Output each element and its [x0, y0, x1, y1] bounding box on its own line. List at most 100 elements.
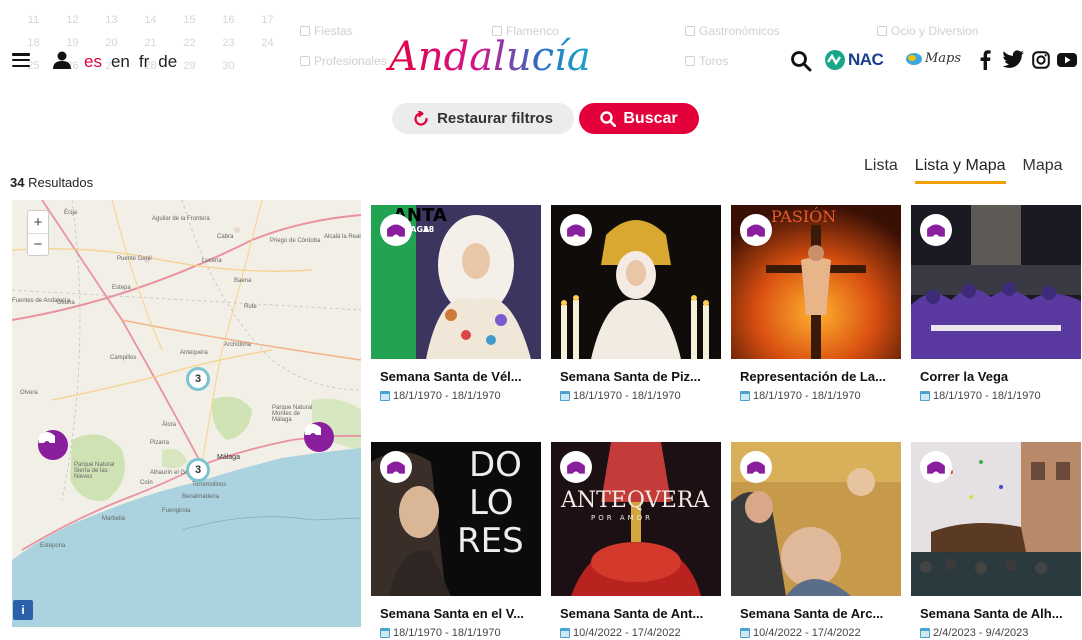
- ghost-calendar-day: 22: [183, 37, 196, 49]
- event-image[interactable]: ANTEQVERA POR AMOR: [551, 442, 721, 596]
- ghost-calendar-day: 24: [261, 37, 274, 49]
- event-title[interactable]: Semana Santa en el V...: [380, 606, 541, 621]
- search-icon[interactable]: [790, 50, 812, 72]
- image-caption: RES: [457, 521, 524, 561]
- category-badge: [740, 451, 772, 483]
- facebook-icon[interactable]: [975, 50, 995, 70]
- map-label: Campillos: [110, 355, 137, 361]
- youtube-icon[interactable]: [1057, 50, 1077, 70]
- reset-filters-button[interactable]: Restaurar filtros: [392, 103, 574, 134]
- event-image[interactable]: [911, 205, 1081, 359]
- results-map[interactable]: Écija Aguilar de la Frontera Cabra Prieg…: [12, 200, 361, 627]
- category-badge: [560, 451, 592, 483]
- maps-mark-icon: [906, 52, 922, 65]
- calendar-icon: [380, 628, 390, 638]
- map-label: Estepona: [40, 543, 66, 549]
- tab-mapa[interactable]: Mapa: [1023, 157, 1063, 184]
- ghost-calendar-day: 23: [222, 37, 235, 49]
- map-label-malaga: Málaga: [217, 454, 240, 461]
- event-title[interactable]: Correr la Vega: [920, 369, 1081, 384]
- map-label: Parque Natural Montes de Málaga: [272, 405, 313, 423]
- twitter-icon[interactable]: [1001, 50, 1025, 70]
- lang-de[interactable]: de: [158, 52, 177, 72]
- ghost-filter-gastronomicos: Gastronómicos: [685, 24, 780, 38]
- event-title[interactable]: Semana Santa de Piz...: [560, 369, 721, 384]
- calendar-icon: [380, 391, 390, 401]
- user-icon[interactable]: [52, 50, 72, 70]
- event-image[interactable]: ANTA MÁLAGA 18: [371, 205, 541, 359]
- image-caption: POR AMOR: [591, 514, 654, 522]
- ghost-calendar-day: 16: [222, 14, 235, 26]
- map-label: Puente Genil: [117, 256, 152, 262]
- ghost-calendar-day: 18: [27, 37, 40, 49]
- hamburger-menu-icon[interactable]: [12, 53, 30, 67]
- event-card[interactable]: ANTEQVERA POR AMOR Semana Santa de Ant..…: [551, 442, 721, 639]
- search-button[interactable]: Buscar: [579, 103, 699, 134]
- nac-logo[interactable]: NAC: [824, 49, 884, 71]
- view-tabs: Lista Lista y Mapa Mapa: [864, 157, 1063, 184]
- map-label: Parque Natural Sierra de las Nieves: [74, 462, 115, 480]
- event-image[interactable]: [911, 442, 1081, 596]
- event-card[interactable]: Semana Santa de Arc... 10/4/2022 - 17/4/…: [731, 442, 901, 639]
- ghost-calendar-day: 11: [27, 14, 40, 26]
- zoom-out-button[interactable]: −: [28, 233, 48, 255]
- event-icon: [305, 424, 321, 435]
- ghost-calendar-day: 19: [66, 37, 79, 49]
- event-card[interactable]: Semana Santa de Alh... 2/4/2023 - 9/4/20…: [911, 442, 1081, 639]
- tab-lista-y-mapa[interactable]: Lista y Mapa: [914, 157, 1006, 184]
- event-card[interactable]: PASIÓN Representación de La... 18/1/1970…: [731, 205, 901, 402]
- calendar-icon: [560, 628, 570, 638]
- event-card[interactable]: Correr la Vega 18/1/1970 - 18/1/1970: [911, 205, 1081, 402]
- event-image[interactable]: [551, 205, 721, 359]
- social-links: [975, 50, 1077, 70]
- svg-text:Andalucía: Andalucía: [385, 34, 591, 80]
- event-image[interactable]: [731, 442, 901, 596]
- event-image[interactable]: DO LO RES: [371, 442, 541, 596]
- event-icon: [39, 432, 55, 443]
- event-card[interactable]: ANTA MÁLAGA 18 Semana Santa de Vél... 18…: [371, 205, 541, 402]
- ghost-calendar-day: 15: [183, 14, 196, 26]
- calendar-icon: [740, 628, 750, 638]
- map-cluster[interactable]: 3: [186, 458, 210, 482]
- map-label: Rute: [244, 304, 257, 310]
- andalucia-logo[interactable]: Andalucía: [385, 28, 600, 84]
- event-image[interactable]: PASIÓN: [731, 205, 901, 359]
- ghost-calendar-day: 30: [222, 60, 235, 72]
- nac-mark-icon: [825, 50, 845, 70]
- map-label: Torremolinos: [192, 482, 227, 488]
- event-title[interactable]: Semana Santa de Arc...: [740, 606, 901, 621]
- event-icon: [567, 461, 585, 474]
- map-label: Pizarra: [150, 440, 170, 446]
- event-card[interactable]: DO LO RES Semana Santa en el V... 18/1/1…: [371, 442, 541, 639]
- calendar-icon: [920, 391, 930, 401]
- lang-es[interactable]: es: [84, 52, 102, 72]
- map-zoom-control: + −: [27, 210, 49, 256]
- map-info-button[interactable]: i: [13, 600, 33, 620]
- map-cluster[interactable]: 3: [186, 367, 210, 391]
- event-title[interactable]: Semana Santa de Vél...: [380, 369, 541, 384]
- calendar-icon: [560, 391, 570, 401]
- lang-fr[interactable]: fr: [139, 52, 149, 72]
- map-label: Alcalá la Real: [324, 234, 361, 240]
- lang-en[interactable]: en: [111, 52, 130, 72]
- ghost-filter-profesionales: Profesionales: [300, 54, 387, 68]
- event-card[interactable]: Semana Santa de Piz... 18/1/1970 - 18/1/…: [551, 205, 721, 402]
- event-icon: [387, 461, 405, 474]
- ghost-calendar-day: 21: [144, 37, 157, 49]
- refresh-icon: [414, 110, 428, 126]
- tab-lista[interactable]: Lista: [864, 157, 898, 184]
- event-date: 18/1/1970 - 18/1/1970: [380, 390, 541, 402]
- event-title[interactable]: Representación de La...: [740, 369, 901, 384]
- event-icon: [387, 224, 405, 237]
- event-date: 18/1/1970 - 18/1/1970: [740, 390, 901, 402]
- event-title[interactable]: Semana Santa de Alh...: [920, 606, 1081, 621]
- map-event-pin[interactable]: [304, 422, 334, 452]
- event-icon: [747, 461, 765, 474]
- map-label: Écija: [64, 210, 78, 216]
- map-label: Priego de Córdoba: [270, 238, 321, 244]
- instagram-icon[interactable]: [1031, 50, 1051, 70]
- zoom-in-button[interactable]: +: [28, 211, 48, 233]
- maps-logo[interactable]: Maps: [905, 51, 961, 66]
- event-title[interactable]: Semana Santa de Ant...: [560, 606, 721, 621]
- map-event-pin[interactable]: [38, 430, 68, 460]
